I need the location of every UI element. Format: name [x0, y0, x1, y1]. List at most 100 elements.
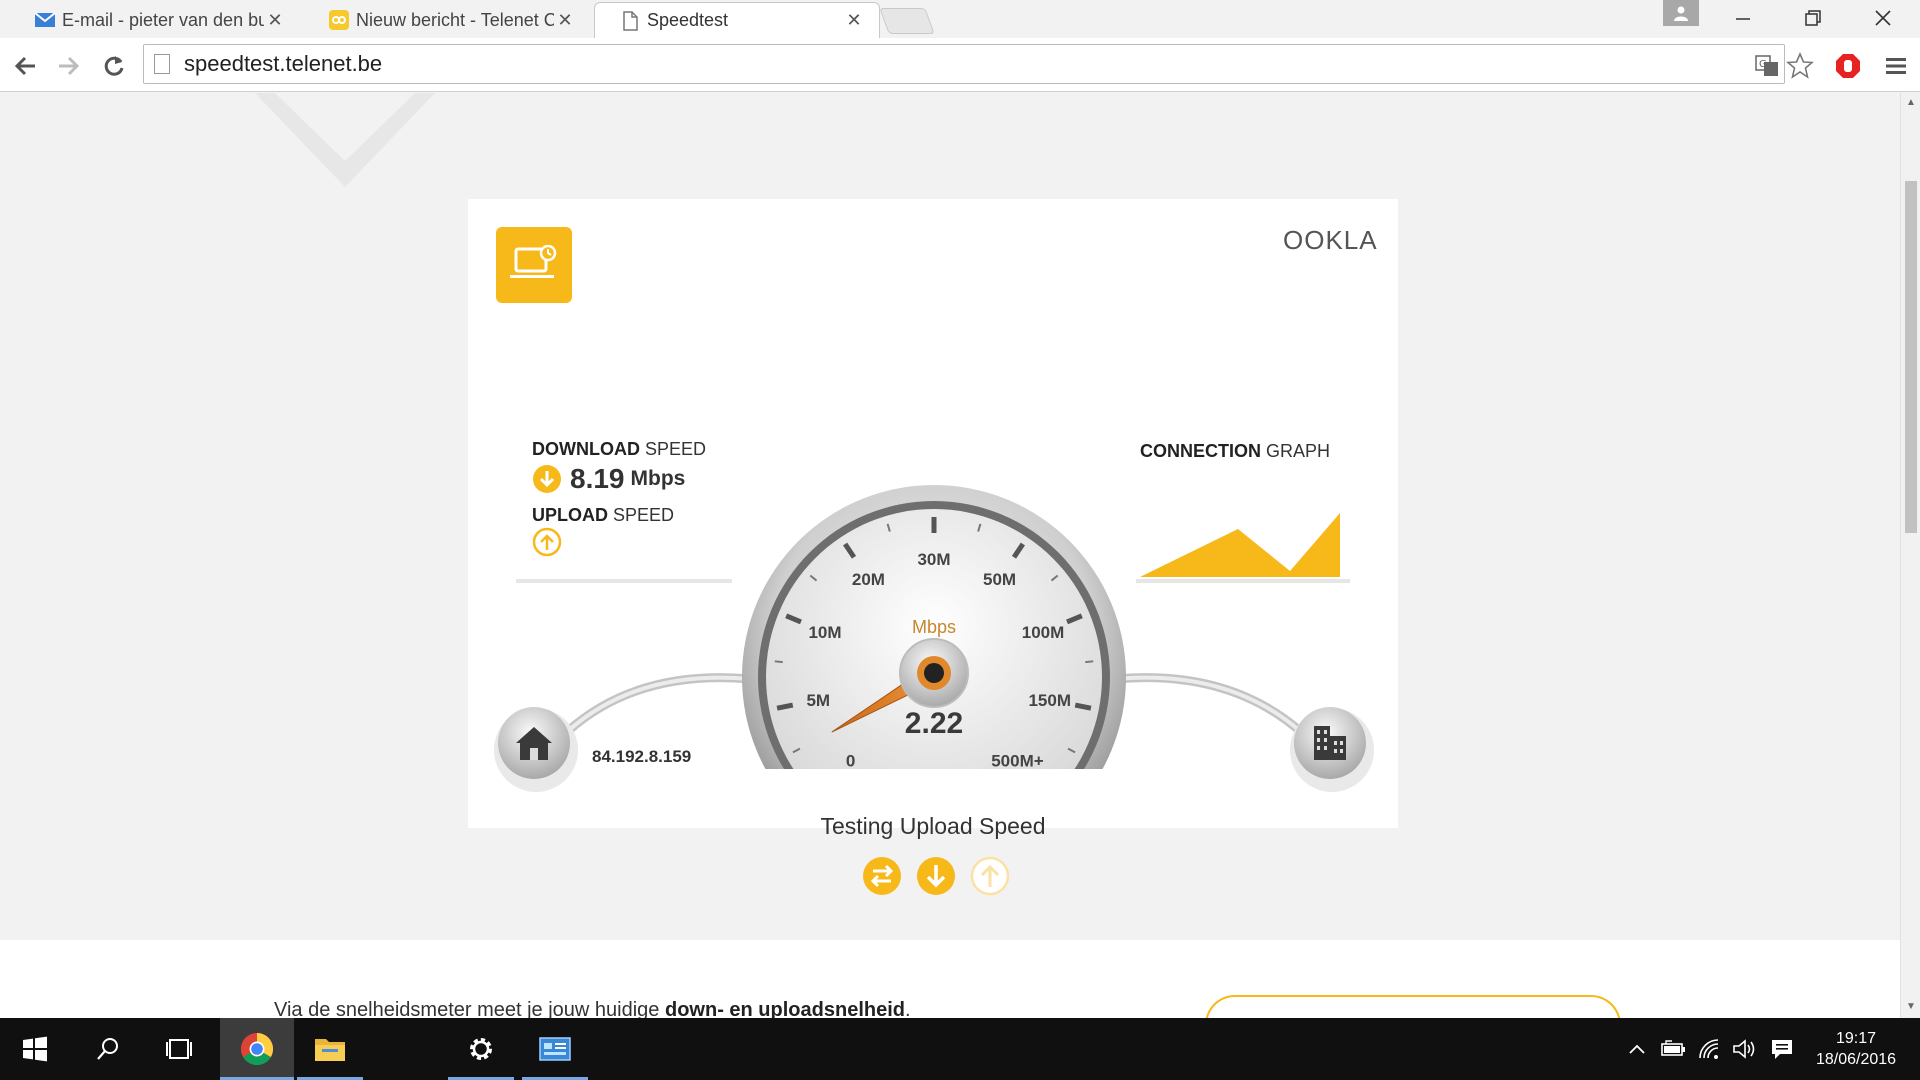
page-scrollbar[interactable]: ▲ ▼	[1900, 93, 1920, 1018]
minimize-button[interactable]	[1708, 0, 1778, 36]
translate-icon: G	[1755, 55, 1778, 76]
settings-taskbar-button[interactable]	[448, 1018, 514, 1080]
action-center-button[interactable]	[1764, 1018, 1800, 1080]
back-arrow-icon	[14, 56, 35, 76]
task-view-icon	[166, 1039, 192, 1059]
profile-button[interactable]	[1663, 0, 1699, 26]
tab-strip: E-mail - pieter van den bu ✕ Nieuw beric…	[0, 0, 1920, 38]
battery-button[interactable]	[1656, 1018, 1690, 1080]
gauge-tick-label: 10M	[808, 623, 841, 642]
hamburger-icon	[1886, 58, 1906, 74]
tab-speedtest[interactable]: Speedtest ✕	[594, 2, 880, 38]
control-panel-button[interactable]	[522, 1018, 588, 1080]
page-icon	[619, 10, 641, 32]
new-tab-button[interactable]	[879, 8, 935, 34]
scroll-up-icon[interactable]: ▲	[1905, 97, 1917, 109]
url-text: speedtest.telenet.be	[184, 51, 383, 76]
network-button[interactable]	[1692, 1018, 1726, 1080]
close-tab-icon[interactable]: ✕	[554, 10, 576, 31]
gauge-tick	[776, 702, 794, 711]
scroll-down-icon[interactable]: ▼	[1905, 1001, 1917, 1013]
search-icon	[97, 1038, 118, 1060]
download-speed-value: 8.19 Mbps	[532, 463, 685, 495]
address-bar[interactable]: speedtest.telenet.be	[143, 44, 1785, 84]
gauge-tick-label: 20M	[852, 570, 885, 589]
close-icon	[1875, 10, 1891, 26]
person-icon	[1674, 6, 1688, 21]
web-page: OOKLA 0 5M 10M 20M 30M 50M 100M 150M 500…	[0, 93, 1900, 1018]
download-speed-label: DOWNLOAD SPEED	[532, 439, 707, 459]
forward-arrow-icon	[59, 56, 80, 76]
decorative-notch	[255, 93, 435, 187]
close-window-button[interactable]	[1848, 0, 1918, 36]
adblock-icon	[1836, 54, 1860, 78]
start-button[interactable]	[0, 1018, 70, 1080]
gauge-value: 2.22	[905, 707, 963, 740]
chevron-up-icon	[1629, 1044, 1645, 1054]
show-hidden-icons-button[interactable]	[1620, 1018, 1654, 1080]
gauge-hub-center	[924, 663, 944, 683]
gauge-minor-tick	[774, 660, 783, 664]
promo-box[interactable]	[1205, 995, 1621, 1018]
adblock-button[interactable]	[1830, 48, 1866, 84]
volume-button[interactable]	[1728, 1018, 1762, 1080]
telenet-icon	[328, 9, 350, 31]
tab-email[interactable]: E-mail - pieter van den bu ✕	[10, 2, 300, 38]
forward-button[interactable]	[50, 48, 86, 84]
scroll-thumb[interactable]	[1905, 181, 1917, 533]
tab-title: E-mail - pieter van den bu	[62, 9, 264, 30]
gauge-tick-label: 30M	[917, 550, 950, 569]
settings-icon	[470, 1038, 492, 1060]
clock[interactable]: 19:17 18/06/2016	[1808, 1028, 1904, 1070]
test-phase-icons	[862, 856, 1010, 896]
graph-shelf	[1136, 579, 1350, 583]
restore-icon	[1805, 10, 1821, 26]
file-explorer-button[interactable]	[297, 1018, 363, 1080]
download-icon	[917, 857, 955, 895]
ip-address: 84.192.8.159	[592, 747, 692, 766]
page-icon	[154, 54, 170, 74]
tab-title: Speedtest	[647, 10, 729, 30]
gauge-tick-label: 150M	[1028, 691, 1071, 710]
connection-line-left-highlight	[566, 675, 751, 733]
search-button[interactable]	[75, 1018, 141, 1080]
wifi-icon	[1699, 1039, 1719, 1059]
speaker-icon	[1733, 1039, 1755, 1059]
gauge-tick-label: 50M	[983, 570, 1016, 589]
gauge-tick-label: 500M+	[991, 751, 1044, 770]
upload-speed-label: UPLOAD SPEED	[532, 505, 675, 525]
tab-telenet[interactable]: Nieuw bericht - Telenet Co ✕	[304, 2, 590, 38]
windows-taskbar: 19:17 18/06/2016	[0, 1018, 1920, 1080]
upload-icon	[970, 856, 1010, 896]
translate-button[interactable]: G	[1749, 48, 1785, 84]
reload-icon	[104, 56, 124, 76]
connection-graph-area	[1140, 513, 1340, 577]
connection-graph-label: CONNECTION GRAPH	[1140, 441, 1331, 461]
speedtest-widget: OOKLA 0 5M 10M 20M 30M 50M 100M 150M 500…	[468, 199, 1398, 896]
ping-icon	[863, 857, 901, 895]
gauge-tick-label: 5M	[806, 691, 830, 710]
gauge-tick-label: 100M	[1022, 623, 1065, 642]
chrome-icon	[240, 1033, 274, 1066]
bookmark-button[interactable]	[1782, 48, 1818, 84]
test-status: Testing Upload Speed	[820, 813, 1046, 839]
start-icon	[23, 1036, 47, 1062]
task-view-button[interactable]	[146, 1018, 212, 1080]
tab-title: Nieuw bericht - Telenet Co	[356, 9, 554, 30]
reload-button[interactable]	[96, 48, 132, 84]
control-panel-icon	[539, 1037, 571, 1061]
star-icon	[1786, 52, 1814, 79]
clock-date: 18/06/2016	[1815, 1051, 1897, 1068]
close-tab-icon[interactable]: ✕	[843, 10, 865, 31]
download-arrow-icon	[533, 465, 561, 493]
back-button[interactable]	[8, 48, 44, 84]
download-shelf	[516, 579, 732, 583]
info-paragraph: Via de snelheidsmeter meet je jouw huidi…	[274, 999, 911, 1018]
minimize-icon	[1736, 18, 1750, 20]
restore-button[interactable]	[1778, 0, 1848, 36]
chrome-taskbar-button[interactable]	[220, 1018, 294, 1080]
menu-button[interactable]	[1878, 48, 1914, 84]
close-tab-icon[interactable]: ✕	[264, 10, 286, 31]
connection-line-right-highlight	[1115, 675, 1302, 733]
content-section: Via de snelheidsmeter meet je jouw huidi…	[0, 940, 1900, 1018]
